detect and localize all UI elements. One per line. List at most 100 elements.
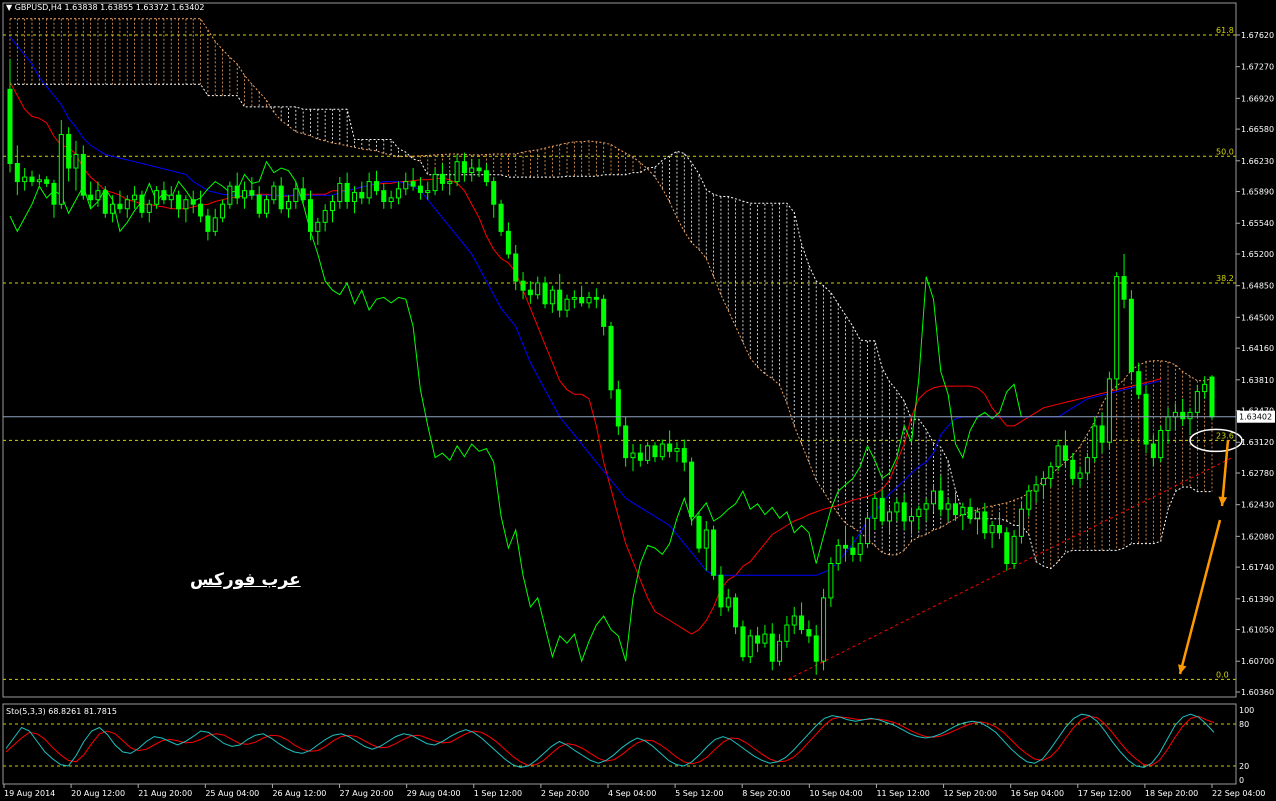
trendline	[787, 457, 1233, 680]
candle	[337, 177, 343, 209]
candle	[373, 170, 379, 196]
fib-label: 23.6	[1216, 431, 1234, 440]
candle	[908, 507, 915, 535]
candle-body	[498, 203, 504, 232]
candle-body	[1092, 425, 1098, 459]
fib-label: 61.8	[1216, 26, 1234, 35]
candle	[762, 625, 768, 648]
candle	[461, 152, 467, 182]
candle	[1158, 425, 1164, 463]
candle-body	[696, 515, 702, 549]
candle	[747, 629, 753, 664]
x-tick-label: 19 Aug 2014	[4, 789, 55, 798]
candle	[176, 190, 182, 218]
candle	[593, 288, 599, 309]
chikou-span-line	[9, 160, 1022, 663]
candle	[366, 172, 372, 205]
candle-body	[659, 443, 665, 458]
x-tick-label: 21 Aug 20:00	[138, 789, 192, 798]
stochastic-panel: 100 80 20 0	[3, 706, 1254, 785]
candle	[579, 285, 585, 307]
candle-body	[285, 201, 292, 210]
candle-body	[608, 325, 614, 391]
candle	[491, 177, 497, 218]
candle-body	[1033, 484, 1039, 492]
candle	[322, 204, 328, 232]
candle	[989, 520, 995, 549]
candle-body	[1106, 378, 1112, 443]
candle	[388, 190, 394, 209]
candle	[264, 195, 270, 218]
candle	[886, 507, 893, 535]
stoch-tick-label: 0	[1239, 776, 1244, 785]
candle	[930, 484, 937, 512]
candle	[674, 442, 680, 463]
ichimoku-cloud	[9, 18, 1213, 570]
candle-body	[1011, 535, 1017, 564]
candle-body	[1004, 532, 1010, 564]
y-tick-label: 1.61390	[1241, 595, 1274, 604]
candle	[1136, 362, 1142, 399]
candle	[799, 602, 805, 635]
candle-body	[1048, 466, 1054, 479]
candle-body	[813, 635, 819, 662]
candle-body	[505, 230, 511, 255]
candle	[29, 170, 35, 187]
x-tick-label: 20 Aug 12:00	[71, 789, 125, 798]
candle	[791, 606, 797, 635]
candle-body	[271, 185, 277, 201]
candle-body	[278, 185, 284, 210]
candle	[168, 186, 174, 209]
candle	[1004, 527, 1010, 571]
y-tick-label: 1.65540	[1241, 219, 1274, 228]
candle-body	[439, 173, 445, 184]
candle-body	[14, 163, 20, 183]
candle-body	[828, 562, 834, 599]
candle-body	[1187, 411, 1193, 420]
x-tick-label: 10 Sep 04:00	[809, 789, 862, 798]
candle	[1150, 434, 1156, 467]
candle	[601, 294, 607, 336]
candle	[307, 190, 314, 241]
dropdown-arrow-icon[interactable]: ▼	[6, 3, 12, 12]
price-chart[interactable]: 61.850.038.223.60.0 10080200 1.676201.67…	[0, 0, 1276, 801]
tenkan-sen-line	[9, 81, 1161, 635]
y-tick-label: 1.66580	[1241, 125, 1274, 134]
candle-body	[300, 188, 306, 201]
candle	[608, 321, 614, 399]
candle-body	[689, 461, 695, 517]
x-tick-label: 29 Aug 04:00	[407, 789, 461, 798]
candle-body	[110, 203, 116, 214]
x-tick-label: 5 Sep 12:00	[675, 789, 723, 798]
candle	[381, 183, 387, 209]
candle-body	[769, 633, 775, 662]
candle-body	[850, 547, 856, 555]
x-tick-label: 2 Sep 20:00	[541, 789, 589, 798]
candle-body	[615, 389, 621, 427]
candle-body	[351, 191, 357, 203]
candle-body	[447, 181, 453, 184]
candle-body	[967, 506, 973, 519]
candle-body	[381, 190, 387, 203]
candle	[667, 430, 673, 458]
y-tick-label: 1.63810	[1241, 376, 1274, 385]
candle	[520, 272, 526, 300]
fib-label: 38.2	[1216, 274, 1234, 283]
candle-body	[154, 190, 160, 205]
candle	[1114, 272, 1120, 390]
candle	[637, 444, 643, 467]
candle	[777, 634, 783, 666]
candle	[1055, 439, 1061, 472]
candle	[432, 168, 438, 196]
candle-body	[755, 635, 761, 644]
x-tick-label: 27 Aug 20:00	[340, 789, 394, 798]
candle	[146, 199, 152, 223]
candle	[879, 489, 885, 526]
time-axis: 19 Aug 2014 20 Aug 12:00 21 Aug 20:00 25 Au…	[3, 784, 1265, 798]
candle	[183, 195, 189, 223]
x-tick-label: 4 Sep 04:00	[608, 789, 656, 798]
candle	[740, 620, 746, 662]
stoch-tick-label: 20	[1239, 762, 1249, 771]
x-tick-label: 22 Sep 04:00	[1212, 789, 1265, 798]
y-tick-label: 1.61740	[1241, 563, 1274, 572]
